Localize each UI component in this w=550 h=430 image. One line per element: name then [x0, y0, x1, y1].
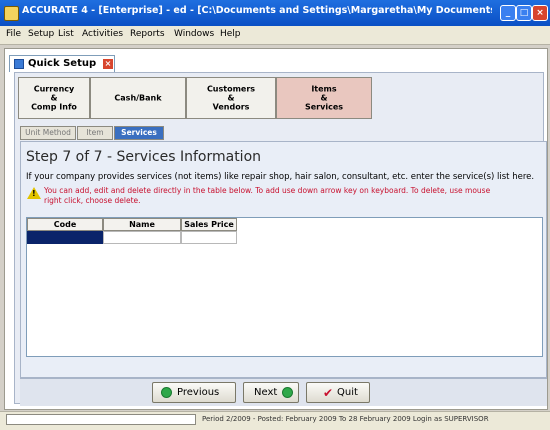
- warning-icon: !: [27, 187, 41, 199]
- warning-line-1: You can add, edit and delete directly in…: [44, 186, 491, 195]
- table-cell-name[interactable]: [103, 231, 181, 244]
- step-customers-vendors[interactable]: Customers & Vendors: [186, 77, 276, 119]
- column-header-sales-price[interactable]: Sales Price: [181, 218, 237, 231]
- quit-label: Quit: [337, 387, 358, 398]
- step-currency-comp-info[interactable]: Currency & Comp Info: [18, 77, 90, 119]
- window-title: ACCURATE 4 - [Enterprise] - ed - [C:\Doc…: [22, 5, 492, 16]
- step-label: Customers & Vendors: [206, 84, 256, 112]
- quick-setup-tab-label: Quick Setup: [28, 58, 97, 69]
- menu-bar: File Setup List Activities Reports Windo…: [0, 26, 550, 45]
- next-button[interactable]: Next: [243, 382, 299, 403]
- subtab-unit-method[interactable]: Unit Method: [20, 126, 76, 140]
- minimize-button[interactable]: _: [500, 5, 516, 21]
- page-title: Step 7 of 7 - Services Information: [26, 149, 262, 165]
- quick-setup-tab[interactable]: Quick Setup ×: [9, 55, 115, 72]
- previous-label: Previous: [177, 387, 220, 398]
- close-button[interactable]: ×: [532, 5, 548, 21]
- step-label: Cash/Bank: [114, 93, 162, 103]
- description-text: If your company provides services (not i…: [26, 172, 535, 182]
- status-text: Period 2/2009 - Posted: February 2009 To…: [202, 415, 489, 423]
- close-tab-icon[interactable]: ×: [103, 59, 113, 69]
- menu-activities[interactable]: Activities: [82, 29, 123, 39]
- quit-button[interactable]: ✔ Quit: [306, 382, 370, 403]
- progress-bar: [6, 414, 196, 425]
- step-label: Items & Services: [304, 84, 344, 112]
- warning-line-2: right click, choose delete.: [44, 196, 141, 205]
- subtab-services[interactable]: Services: [114, 126, 164, 140]
- next-icon: [282, 387, 293, 398]
- menu-file[interactable]: File: [6, 29, 21, 39]
- menu-list[interactable]: List: [58, 29, 74, 39]
- table-cell-code[interactable]: [27, 231, 103, 244]
- menu-setup[interactable]: Setup: [28, 29, 54, 39]
- maximize-button[interactable]: □: [516, 5, 532, 21]
- table-cell-sales-price[interactable]: [181, 231, 237, 244]
- subtab-item[interactable]: Item: [77, 126, 113, 140]
- title-bar: ACCURATE 4 - [Enterprise] - ed - [C:\Doc…: [0, 0, 550, 26]
- next-label: Next: [254, 387, 278, 398]
- previous-icon: [161, 387, 172, 398]
- warning-text: You can add, edit and delete directly in…: [44, 186, 544, 206]
- step-cash-bank[interactable]: Cash/Bank: [90, 77, 186, 119]
- setup-icon: [14, 59, 24, 69]
- column-header-code[interactable]: Code: [27, 218, 103, 231]
- previous-button[interactable]: Previous: [152, 382, 236, 403]
- step-label: Currency & Comp Info: [31, 84, 77, 112]
- column-header-name[interactable]: Name: [103, 218, 181, 231]
- menu-help[interactable]: Help: [220, 29, 241, 39]
- menu-windows[interactable]: Windows: [174, 29, 214, 39]
- menu-reports[interactable]: Reports: [130, 29, 165, 39]
- step-items-services[interactable]: Items & Services: [276, 77, 372, 119]
- checkmark-icon: ✔: [323, 386, 334, 400]
- app-icon: [4, 6, 19, 21]
